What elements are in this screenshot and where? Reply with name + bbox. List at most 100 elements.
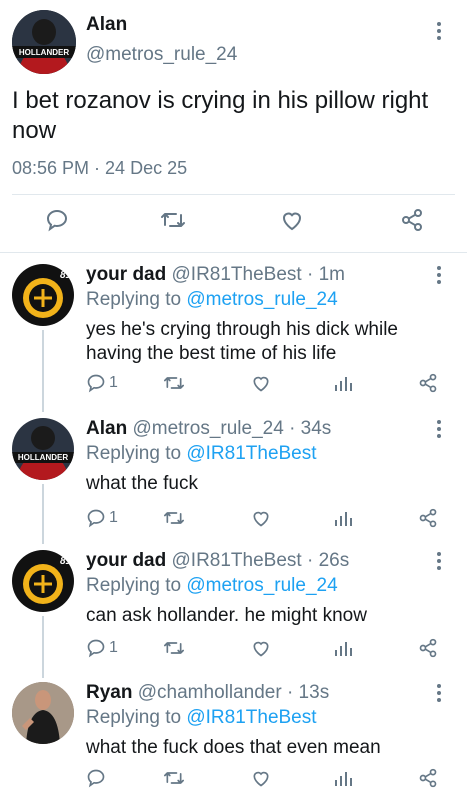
reply-tweet[interactable]: Ryan @chamhollander · 13s Replying to @I… <box>0 674 467 800</box>
more-options-icon[interactable] <box>437 266 443 284</box>
reply-tweet[interactable]: HOLLANDER Alan @metros_rule_24 · 34s Rep… <box>0 410 467 534</box>
analytics-icon <box>335 772 352 786</box>
author-name[interactable]: Ryan <box>86 682 132 703</box>
share-button[interactable] <box>400 208 424 232</box>
reply-tweet[interactable]: 81 your dad @IR81TheBest · 1m Replying t… <box>0 256 467 400</box>
avatar[interactable]: HOLLANDER <box>12 10 76 74</box>
retweet-icon <box>163 377 184 389</box>
reply-button[interactable] <box>86 768 106 788</box>
share-button[interactable] <box>418 508 438 528</box>
author-handle[interactable]: @IR81TheBest <box>172 264 302 285</box>
avatar[interactable]: 81 <box>12 550 74 612</box>
avatar-image: HOLLANDER <box>12 10 76 74</box>
replying-to: Replying to @IR81TheBest <box>86 707 317 729</box>
more-options-icon[interactable] <box>437 22 443 40</box>
reply-count: 1 <box>109 509 118 526</box>
reply-icon <box>87 639 105 658</box>
reply-text: what the fuck does that even mean <box>86 737 381 758</box>
reply-button[interactable] <box>45 208 69 232</box>
reply-time: · 13s <box>286 682 330 703</box>
avatar-text: HOLLANDER <box>18 453 68 462</box>
author-handle[interactable]: @metros_rule_24 <box>132 418 283 439</box>
like-icon <box>253 641 269 657</box>
reply-button[interactable]: 1 <box>86 508 118 528</box>
like-icon <box>253 376 269 392</box>
replying-label: Replying to <box>86 443 182 464</box>
retweet-button[interactable] <box>163 373 185 393</box>
reply-icon <box>46 209 68 232</box>
replying-to: Replying to @IR81TheBest <box>86 443 317 465</box>
reply-header: your dad @IR81TheBest · 26s <box>86 550 349 572</box>
like-button[interactable] <box>251 373 271 393</box>
mention-link[interactable]: @IR81TheBest <box>186 707 316 728</box>
analytics-button[interactable] <box>334 508 352 528</box>
reply-header: your dad @IR81TheBest · 1m <box>86 264 345 286</box>
reply-text: what the fuck <box>86 473 198 494</box>
analytics-icon <box>335 512 352 526</box>
share-icon <box>419 638 437 658</box>
like-button[interactable] <box>251 768 271 788</box>
analytics-button[interactable] <box>334 768 352 788</box>
avatar[interactable]: HOLLANDER <box>12 418 74 480</box>
share-icon <box>419 768 437 788</box>
tweet-timestamp: 08:56 PM · 24 Dec 25 <box>12 158 188 178</box>
replying-label: Replying to <box>86 575 182 596</box>
author-name[interactable]: your dad <box>86 264 166 285</box>
retweet-button[interactable] <box>163 638 185 658</box>
author-handle[interactable]: @IR81TheBest <box>172 550 302 571</box>
more-options-icon[interactable] <box>437 552 443 570</box>
replying-label: Replying to <box>86 289 182 310</box>
retweet-icon <box>163 772 184 784</box>
share-button[interactable] <box>418 373 438 393</box>
reply-header: Ryan @chamhollander · 13s <box>86 682 329 704</box>
reply-text: yes he's crying through his dick while h… <box>86 319 398 364</box>
mention-link[interactable]: @IR81TheBest <box>186 443 316 464</box>
analytics-button[interactable] <box>334 373 352 393</box>
share-button[interactable] <box>418 768 438 788</box>
more-options-icon[interactable] <box>437 684 443 702</box>
retweet-button[interactable] <box>163 508 185 528</box>
replying-to: Replying to @metros_rule_24 <box>86 289 338 311</box>
reply-time: · 34s <box>289 418 332 439</box>
reply-button[interactable]: 1 <box>86 638 118 658</box>
avatar-image: HOLLANDER <box>12 418 74 480</box>
analytics-button[interactable] <box>334 638 352 658</box>
reply-icon <box>87 769 105 788</box>
avatar-text: 81 <box>60 556 72 567</box>
like-button[interactable] <box>251 508 271 528</box>
avatar-text: 81 <box>60 270 72 281</box>
avatar[interactable]: 81 <box>12 264 74 326</box>
reply-time: · 1m <box>306 264 345 285</box>
mention-link[interactable]: @metros_rule_24 <box>186 575 337 596</box>
author-handle[interactable]: @chamhollander <box>138 682 282 703</box>
reply-count: 1 <box>109 639 118 656</box>
mention-link[interactable]: @metros_rule_24 <box>186 289 337 310</box>
retweet-icon <box>163 642 184 654</box>
more-options-icon[interactable] <box>437 420 443 438</box>
avatar-image <box>12 682 74 744</box>
author-name[interactable]: Alan <box>86 418 127 439</box>
retweet-icon <box>163 512 184 524</box>
share-icon <box>419 373 437 393</box>
avatar-image: 81 <box>12 264 74 326</box>
retweet-button[interactable] <box>160 208 186 232</box>
reply-header: Alan @metros_rule_24 · 34s <box>86 418 331 440</box>
reply-text: can ask hollander. he might know <box>86 605 367 626</box>
reply-count: 1 <box>109 374 118 391</box>
reply-button[interactable]: 1 <box>86 373 118 393</box>
share-button[interactable] <box>418 638 438 658</box>
share-icon <box>402 209 422 231</box>
like-button[interactable] <box>251 638 271 658</box>
like-icon <box>282 212 302 231</box>
author-name[interactable]: your dad <box>86 550 166 571</box>
reply-icon <box>87 374 105 393</box>
reply-tweet[interactable]: 81 your dad @IR81TheBest · 26s Replying … <box>0 542 467 668</box>
author-handle[interactable]: @metros_rule_24 <box>86 44 237 66</box>
like-icon <box>253 511 269 527</box>
retweet-icon <box>161 213 185 227</box>
like-button[interactable] <box>280 208 304 232</box>
retweet-button[interactable] <box>163 768 185 788</box>
author-name[interactable]: Alan <box>86 14 127 36</box>
divider <box>12 194 455 195</box>
avatar[interactable] <box>12 682 74 744</box>
